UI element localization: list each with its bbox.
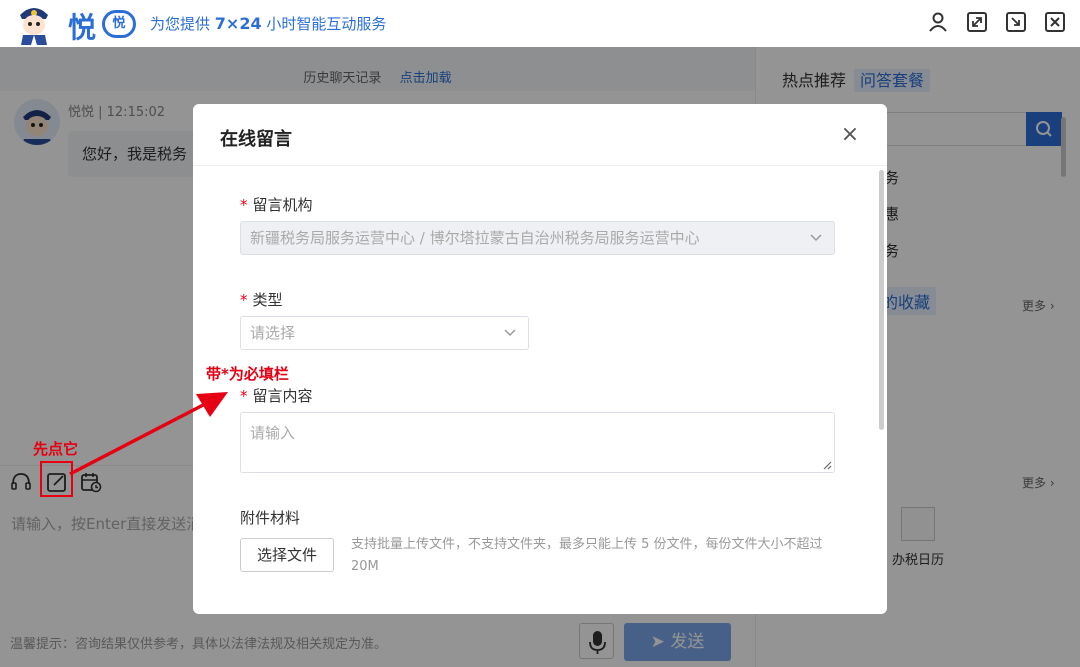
org-select: 新疆税务局服务运营中心 / 博尔塔拉蒙古自治州税务局服务运营中心	[240, 221, 835, 255]
file-hint: 支持批量上传文件，不支持文件夹，最多只能上传 5 份文件，每份文件大小不超过 2…	[351, 537, 823, 574]
content-label: * 留言内容	[240, 387, 313, 405]
expand-icon[interactable]	[966, 11, 988, 33]
attach-label: 附件材料	[240, 509, 301, 527]
chevron-down-icon	[810, 222, 822, 266]
choose-file-button[interactable]: 选择文件	[240, 538, 334, 572]
logo-text: 悦	[68, 11, 97, 44]
dialog-header: 在线留言 ×	[193, 104, 887, 166]
type-select[interactable]: 请选择	[240, 316, 529, 350]
org-label: * 留言机构	[240, 196, 313, 214]
annotation-required-note: 带*为必填栏	[206, 365, 289, 383]
annotation-click-first: 先点它	[33, 440, 79, 458]
content-textarea[interactable]: 请输入	[240, 412, 835, 473]
dialog-scrollbar[interactable]	[879, 170, 884, 430]
annotation-highlight-box	[40, 461, 73, 497]
type-label: * 类型	[240, 291, 283, 309]
leave-message-dialog: 在线留言 × * 留言机构 新疆税务局服务运营中心 / 博尔塔拉蒙古自治州税务局服…	[193, 104, 887, 614]
mascot-avatar-icon	[20, 8, 48, 45]
logo-badge: 悦	[102, 10, 136, 38]
chevron-down-icon	[504, 317, 516, 361]
user-icon[interactable]	[927, 11, 949, 33]
resize-handle-icon[interactable]	[822, 460, 832, 470]
dialog-title: 在线留言	[220, 129, 292, 150]
close-icon[interactable]	[1044, 11, 1066, 33]
minimize-icon[interactable]	[1005, 11, 1027, 33]
dialog-close-icon[interactable]: ×	[839, 124, 861, 146]
tagline: 为您提供 7×24 小时智能互动服务	[150, 14, 387, 33]
app-header: 悦 悦 为您提供 7×24 小时智能互动服务	[0, 0, 1080, 47]
